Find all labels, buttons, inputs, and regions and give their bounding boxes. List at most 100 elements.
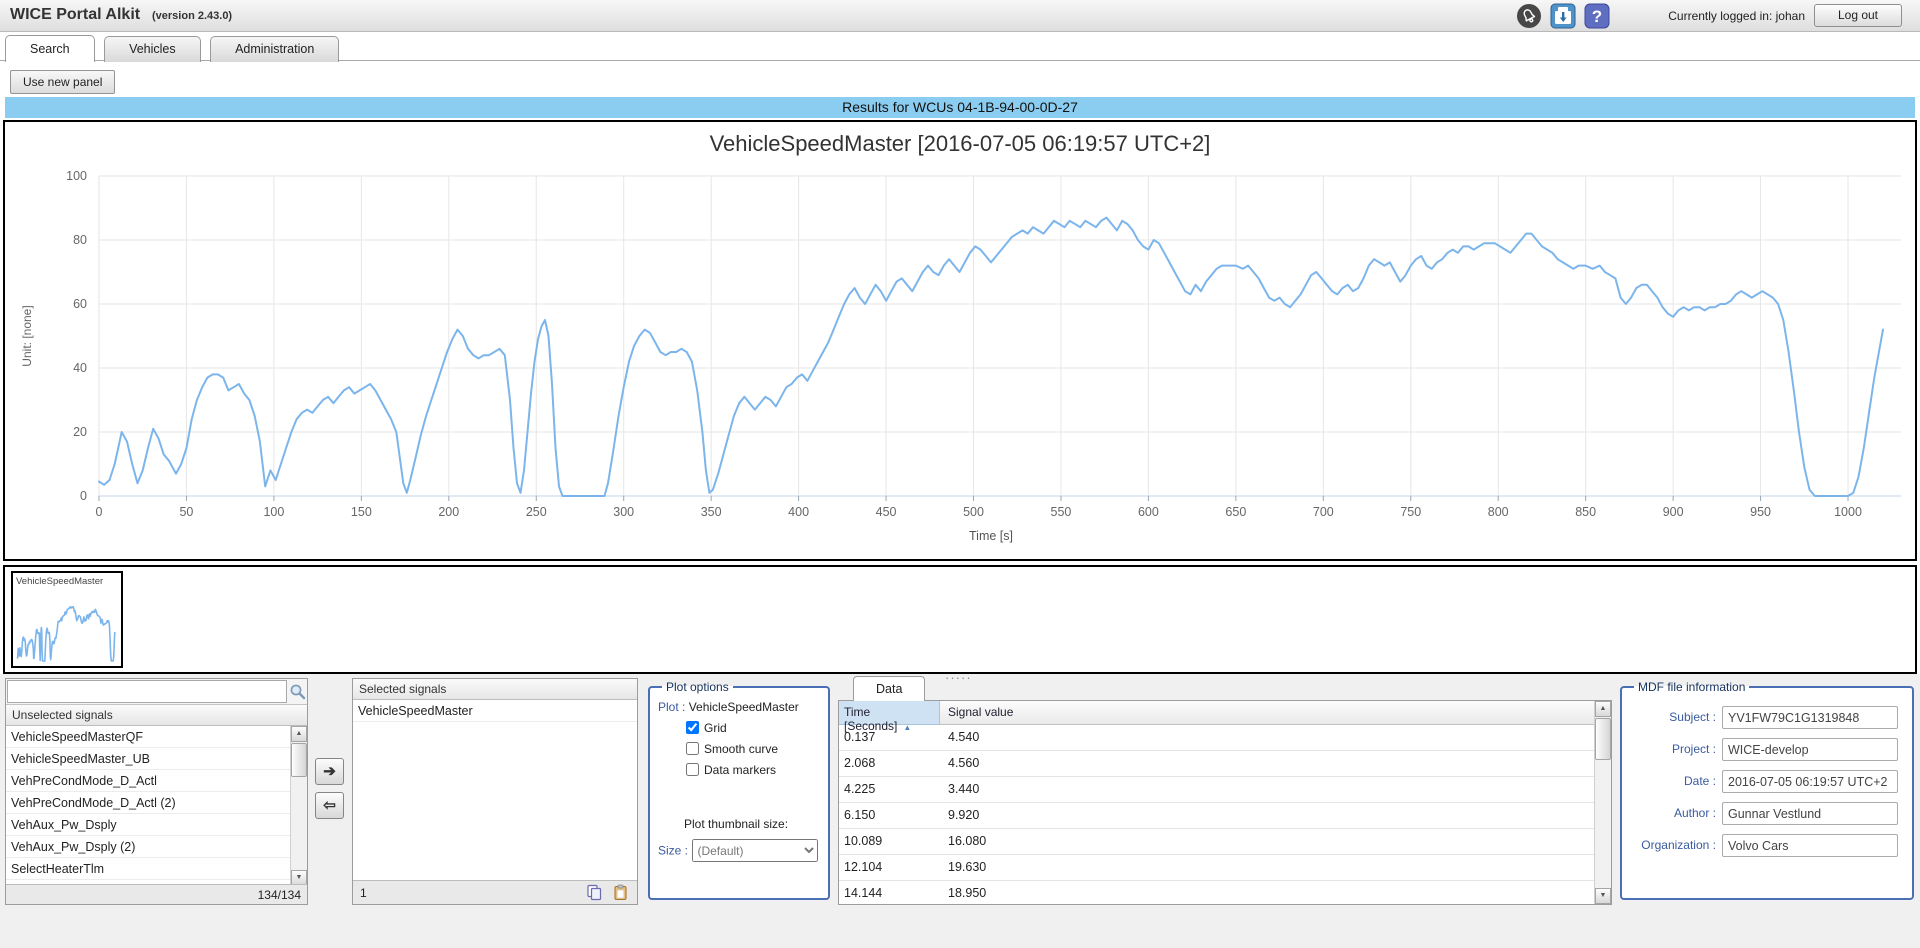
smooth-curve-checkbox[interactable]: [686, 742, 699, 755]
data-panel: Data Time [Seconds]▲ Signal value 0.1374…: [838, 676, 1612, 905]
scroll-up-icon[interactable]: ▲: [291, 726, 307, 742]
svg-text:100: 100: [263, 505, 284, 519]
download-icon[interactable]: [1550, 3, 1576, 29]
selected-signals-panel: Selected signals VehicleSpeedMaster 1: [352, 678, 638, 905]
mdf-date-field[interactable]: [1722, 770, 1898, 793]
mdf-author-field[interactable]: [1722, 802, 1898, 825]
svg-text:750: 750: [1400, 505, 1421, 519]
svg-text:1000: 1000: [1834, 505, 1862, 519]
grid-option: Grid: [686, 721, 822, 735]
unselected-count-footer: 134/134: [6, 884, 307, 904]
app-version: (version 2.43.0): [152, 10, 232, 22]
logout-button[interactable]: Log out: [1814, 4, 1902, 27]
tab-data[interactable]: Data: [853, 676, 925, 701]
svg-text:200: 200: [438, 505, 459, 519]
signal-list-item[interactable]: VehicleSpeedMasterQF: [6, 726, 291, 748]
svg-text:40: 40: [73, 361, 87, 375]
app-title: WICE Portal Alkit: [10, 6, 140, 24]
signal-list-item[interactable]: VehAux_Pw_Dsply: [6, 814, 291, 836]
mdf-organization-field[interactable]: [1722, 834, 1898, 857]
thumbnail-size-select[interactable]: (Default): [692, 839, 818, 862]
tab-search[interactable]: Search: [5, 35, 95, 62]
use-new-panel-button[interactable]: Use new panel: [10, 70, 115, 94]
data-table-header: Time [Seconds]▲ Signal value: [839, 701, 1595, 725]
signal-value-column-label: Signal value: [948, 705, 1013, 719]
unselected-signals-list: VehicleSpeedMasterQFVehicleSpeedMaster_U…: [6, 726, 291, 886]
svg-text:Time [s]: Time [s]: [969, 529, 1013, 543]
table-row[interactable]: 2.068 4.560: [839, 751, 1595, 777]
mdf-field-label: Date :: [1684, 774, 1716, 788]
plot-thumbnail[interactable]: VehicleSpeedMaster: [11, 571, 123, 668]
signal-search-input[interactable]: [7, 680, 287, 703]
time-cell: 2.068: [844, 756, 934, 770]
svg-text:60: 60: [73, 297, 87, 311]
unselected-signals-panel: Unselected signals VehicleSpeedMasterQFV…: [5, 678, 308, 905]
svg-text:550: 550: [1051, 505, 1072, 519]
svg-text:300: 300: [613, 505, 634, 519]
mdf-project-field[interactable]: [1722, 738, 1898, 761]
signal-list-item[interactable]: VehicleSpeedMaster_UB: [6, 748, 291, 770]
results-banner: Results for WCUs 04-1B-94-00-0D-27: [5, 97, 1915, 118]
selected-signals-header: Selected signals: [353, 679, 637, 700]
svg-text:350: 350: [701, 505, 722, 519]
svg-text:850: 850: [1575, 505, 1596, 519]
mdf-field-label: Subject :: [1669, 710, 1716, 724]
signal-list-item[interactable]: VehPreCondMode_D_Actl: [6, 770, 291, 792]
signal-value-cell: 4.560: [948, 756, 979, 770]
time-cell: 6.150: [844, 808, 934, 822]
svg-text:50: 50: [179, 505, 193, 519]
thumbnail-chart: [15, 600, 119, 664]
svg-text:0: 0: [96, 505, 103, 519]
time-cell: 0.137: [844, 730, 934, 744]
bottom-section: ····· Unselected signals VehicleSpeedMas…: [0, 674, 1920, 948]
tab-administration[interactable]: Administration: [210, 36, 339, 62]
size-row: Size : (Default): [658, 839, 822, 862]
time-cell: 4.225: [844, 782, 934, 796]
plot-checkbox-group: GridSmooth curveData markers: [656, 721, 822, 777]
size-label: Size :: [658, 844, 688, 858]
selected-signals-list: VehicleSpeedMaster: [353, 700, 637, 881]
tab-vehicles[interactable]: Vehicles: [104, 36, 201, 62]
mdf-field-row: Subject :: [1628, 706, 1906, 730]
svg-text:700: 700: [1313, 505, 1334, 519]
table-row[interactable]: 10.08916.080: [839, 829, 1595, 855]
move-left-button[interactable]: ⇦: [315, 792, 344, 819]
paste-icon[interactable]: [612, 884, 629, 901]
svg-text:80: 80: [73, 233, 87, 247]
signal-list-item[interactable]: SelectHeaterTlm: [6, 858, 291, 880]
table-row[interactable]: 14.14418.950: [839, 881, 1595, 905]
copy-icon[interactable]: [586, 884, 603, 901]
plot-options-fieldset: Plot options Plot : VehicleSpeedMaster G…: [648, 680, 830, 900]
data-markers-checkbox[interactable]: [686, 763, 699, 776]
checkbox-label: Data markers: [704, 763, 776, 777]
table-row[interactable]: 12.10419.630: [839, 855, 1595, 881]
plot-name-row: Plot : VehicleSpeedMaster: [658, 700, 822, 714]
notification-bell-icon[interactable]: [1516, 3, 1542, 29]
column-header-signal-value[interactable]: Signal value: [940, 701, 1595, 725]
scroll-down-icon[interactable]: ▼: [1595, 888, 1611, 904]
scrollbar-thumb[interactable]: [1595, 718, 1611, 760]
data-scrollbar[interactable]: ▲ ▼: [1594, 701, 1611, 904]
signal-list-item[interactable]: VehPreCondMode_D_Actl (2): [6, 792, 291, 814]
search-icon[interactable]: [289, 683, 306, 700]
column-header-time[interactable]: Time [Seconds]▲: [839, 701, 940, 725]
mdf-info-fieldset: MDF file information Subject :Project :D…: [1620, 680, 1914, 900]
table-row[interactable]: 6.150 9.920: [839, 803, 1595, 829]
scrollbar-thumb[interactable]: [291, 743, 307, 777]
table-row[interactable]: 0.1374.540: [839, 725, 1595, 751]
unselected-scrollbar[interactable]: ▲ ▼: [290, 726, 307, 886]
plot-preview-strip: VehicleSpeedMaster: [3, 565, 1917, 674]
mdf-field-row: Project :: [1628, 738, 1906, 762]
speed-line-chart[interactable]: 0501001502002503003504004505005506006507…: [5, 162, 1913, 558]
help-icon[interactable]: ?: [1584, 3, 1610, 29]
move-right-button[interactable]: ➔: [315, 758, 344, 785]
signal-value-cell: 9.920: [948, 808, 979, 822]
selected-footer: 1: [353, 880, 637, 904]
table-row[interactable]: 4.2253.440: [839, 777, 1595, 803]
mdf-subject-field[interactable]: [1722, 706, 1898, 729]
selected-signal-item[interactable]: VehicleSpeedMaster: [353, 700, 637, 722]
scroll-up-icon[interactable]: ▲: [1595, 701, 1611, 717]
mdf-field-row: Date :: [1628, 770, 1906, 794]
signal-list-item[interactable]: VehAux_Pw_Dsply (2): [6, 836, 291, 858]
grid-checkbox[interactable]: [686, 721, 699, 734]
